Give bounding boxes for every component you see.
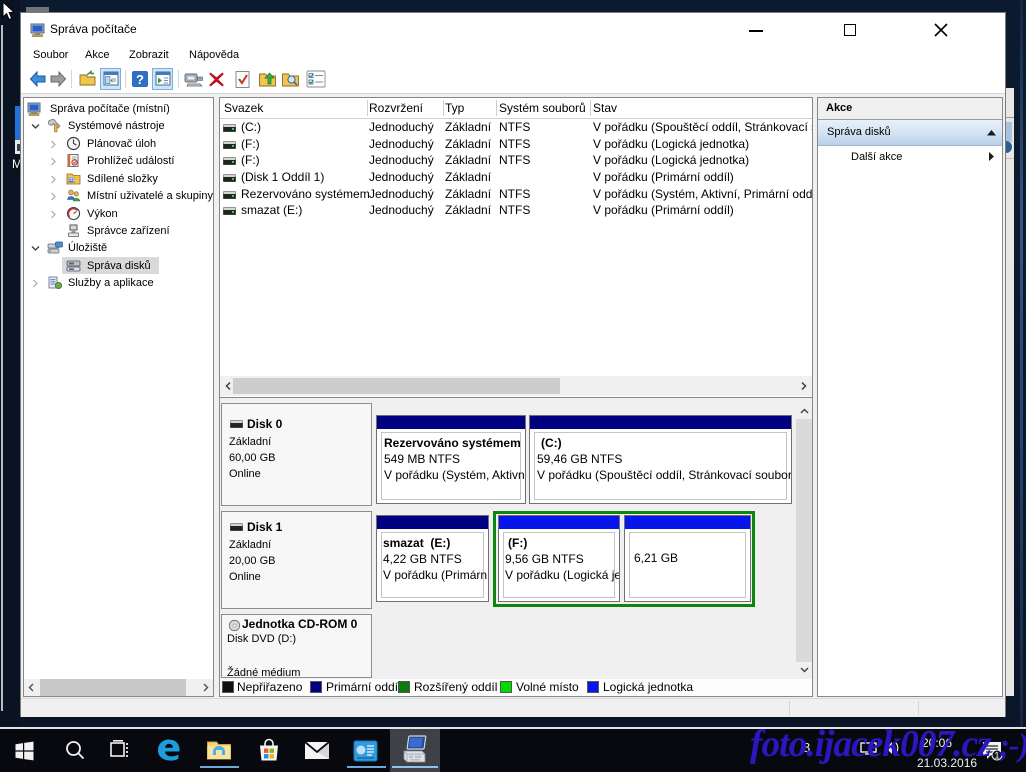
svg-text:?: ? <box>136 72 144 87</box>
